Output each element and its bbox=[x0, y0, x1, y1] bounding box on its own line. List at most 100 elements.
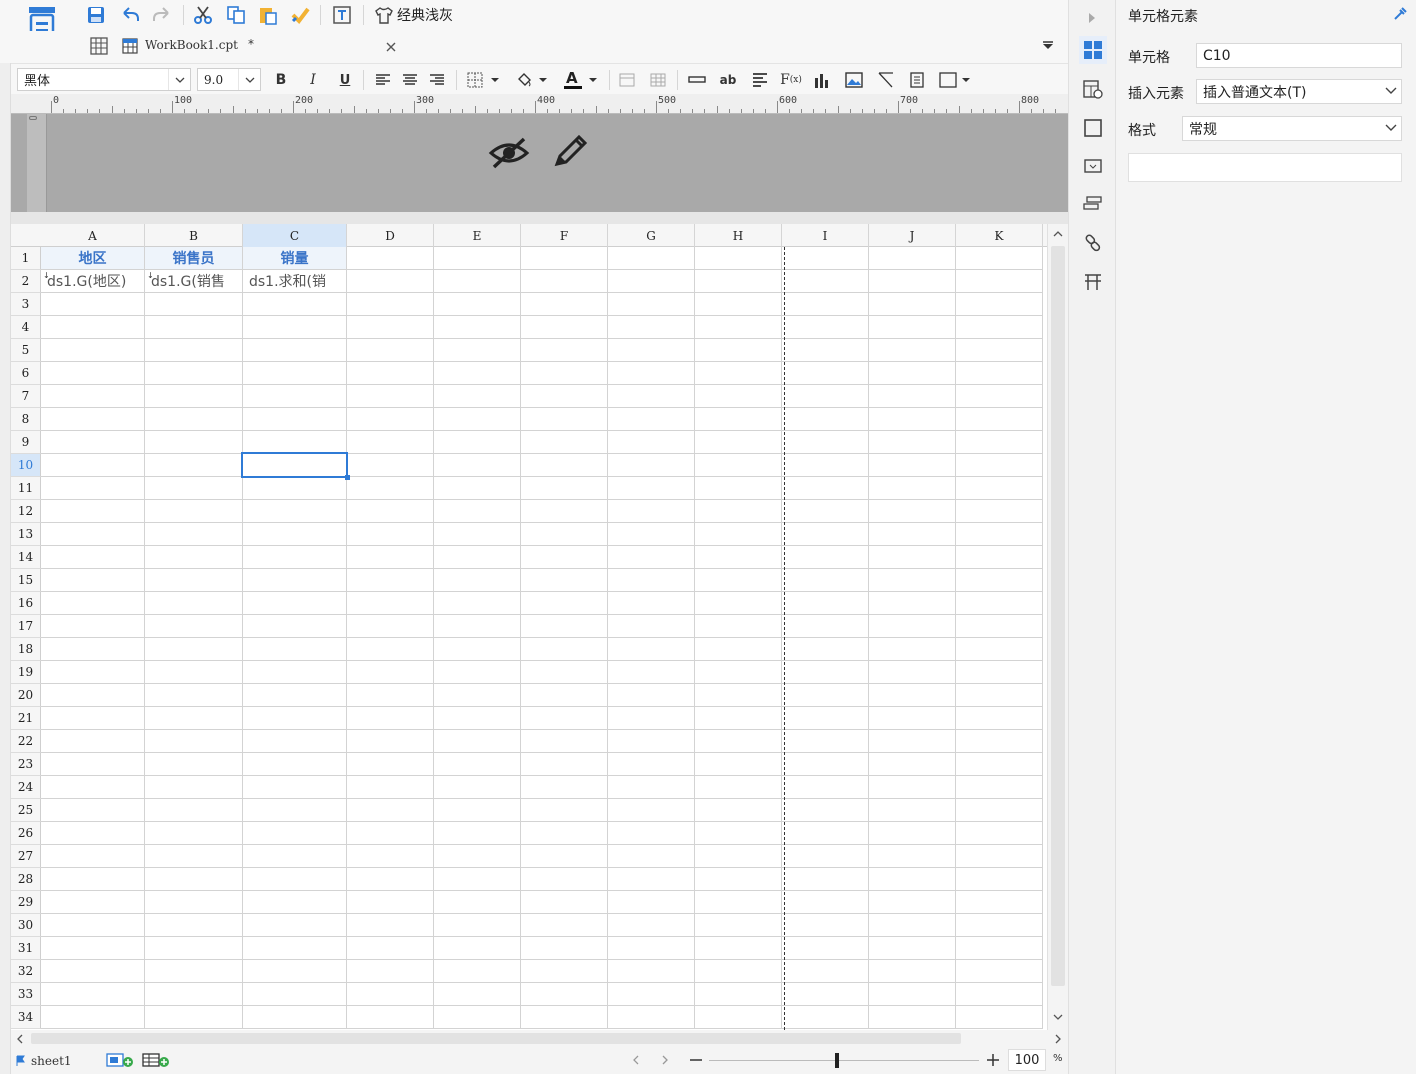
chevron-down-icon[interactable] bbox=[1385, 124, 1397, 132]
copy-icon[interactable] bbox=[224, 3, 248, 27]
sheet-prev-icon[interactable] bbox=[629, 1053, 643, 1067]
undo-icon[interactable] bbox=[118, 3, 142, 27]
close-tab-icon[interactable] bbox=[383, 39, 399, 55]
align-center-icon[interactable] bbox=[399, 69, 421, 91]
formula-icon[interactable]: F (x) bbox=[779, 69, 803, 91]
bold-icon[interactable]: B bbox=[270, 69, 292, 91]
row-header-10[interactable]: 10 bbox=[11, 454, 41, 477]
row-header-11[interactable]: 11 bbox=[11, 477, 41, 500]
column-header-d[interactable]: D bbox=[347, 224, 434, 247]
row-header-8[interactable]: 8 bbox=[11, 408, 41, 431]
row-header-19[interactable]: 19 bbox=[11, 661, 41, 684]
slash-header-icon[interactable] bbox=[875, 69, 897, 91]
column-header-f[interactable]: F bbox=[521, 224, 608, 247]
scroll-down-icon[interactable] bbox=[1051, 1010, 1065, 1024]
header-cell-b[interactable]: 销售员 bbox=[145, 247, 242, 269]
column-header-b[interactable]: B bbox=[145, 224, 243, 247]
horizontal-scroll-thumb[interactable] bbox=[31, 1033, 961, 1044]
preview-icon[interactable] bbox=[330, 3, 354, 27]
zoom-slider-track[interactable] bbox=[709, 1060, 979, 1061]
data-cell-a[interactable]: ds1.G(地区) bbox=[41, 270, 144, 292]
row-header-30[interactable]: 30 bbox=[11, 914, 41, 937]
vertical-scroll-thumb[interactable] bbox=[1051, 246, 1065, 986]
widget-icon[interactable] bbox=[1079, 152, 1107, 180]
row-header-28[interactable]: 28 bbox=[11, 868, 41, 891]
row-header-9[interactable]: 9 bbox=[11, 431, 41, 454]
row-header-3[interactable]: 3 bbox=[11, 293, 41, 316]
image-icon[interactable] bbox=[843, 69, 865, 91]
row-header-26[interactable]: 26 bbox=[11, 822, 41, 845]
format-painter-icon[interactable] bbox=[288, 3, 312, 27]
sheet-tab[interactable]: sheet1 bbox=[15, 1051, 95, 1071]
column-header-c[interactable]: C bbox=[243, 224, 347, 247]
format-select[interactable]: 常规 bbox=[1182, 116, 1402, 141]
zoom-slider-thumb[interactable] bbox=[835, 1053, 839, 1068]
scroll-up-icon[interactable] bbox=[1051, 227, 1065, 241]
row-header-17[interactable]: 17 bbox=[11, 615, 41, 638]
font-color-icon[interactable]: A bbox=[561, 68, 601, 92]
row-header-32[interactable]: 32 bbox=[11, 960, 41, 983]
expand-toolbar-icon[interactable] bbox=[1038, 37, 1058, 57]
column-header-h[interactable]: H bbox=[695, 224, 782, 247]
theme-label[interactable]: 经典浅灰 bbox=[397, 5, 453, 25]
edit-pencil-icon[interactable] bbox=[549, 130, 591, 172]
font-family-select[interactable]: 黑体 bbox=[17, 68, 191, 91]
redo-icon[interactable] bbox=[150, 3, 174, 27]
chevron-down-icon[interactable] bbox=[168, 69, 190, 90]
rich-text-icon[interactable] bbox=[749, 69, 771, 91]
more-insert-icon[interactable] bbox=[937, 69, 973, 91]
row-header-20[interactable]: 20 bbox=[11, 684, 41, 707]
paste-icon[interactable] bbox=[256, 3, 280, 27]
zoom-input[interactable]: 100 bbox=[1008, 1049, 1046, 1071]
add-sheet-icon[interactable] bbox=[105, 1050, 135, 1070]
align-left-icon[interactable] bbox=[372, 69, 394, 91]
row-header-33[interactable]: 33 bbox=[11, 983, 41, 1006]
row-header-1[interactable]: 1 bbox=[11, 247, 41, 270]
row-header-12[interactable]: 12 bbox=[11, 500, 41, 523]
row-header-29[interactable]: 29 bbox=[11, 891, 41, 914]
header-cell-a[interactable]: 地区 bbox=[41, 247, 144, 269]
column-header-k[interactable]: K bbox=[956, 224, 1043, 247]
row-header-15[interactable]: 15 bbox=[11, 569, 41, 592]
row-header-23[interactable]: 23 bbox=[11, 753, 41, 776]
zoom-out-icon[interactable] bbox=[688, 1051, 704, 1069]
data-cell-b[interactable]: ds1.G(销售 bbox=[145, 270, 242, 292]
chevron-down-icon[interactable] bbox=[238, 69, 260, 90]
column-header-a[interactable]: A bbox=[41, 224, 145, 247]
tab-workbook1[interactable]: WorkBook1.cpt * bbox=[117, 33, 407, 61]
row-header-34[interactable]: 34 bbox=[11, 1006, 41, 1029]
row-header-18[interactable]: 18 bbox=[11, 638, 41, 661]
column-header-g[interactable]: G bbox=[608, 224, 695, 247]
sub-report-icon[interactable] bbox=[906, 69, 928, 91]
column-header-e[interactable]: E bbox=[434, 224, 521, 247]
insert-row-icon[interactable] bbox=[686, 69, 708, 91]
row-header-14[interactable]: 14 bbox=[11, 546, 41, 569]
insert-element-select[interactable]: 插入普通文本(T) bbox=[1196, 79, 1402, 104]
border-icon[interactable] bbox=[465, 69, 503, 91]
fill-handle[interactable] bbox=[345, 475, 350, 480]
cut-icon[interactable] bbox=[191, 3, 215, 27]
row-header-22[interactable]: 22 bbox=[11, 730, 41, 753]
row-header-31[interactable]: 31 bbox=[11, 937, 41, 960]
data-cell-c[interactable]: ds1.求和(销 bbox=[243, 270, 346, 292]
row-header-2[interactable]: 2 bbox=[11, 270, 41, 293]
underline-icon[interactable]: U bbox=[334, 69, 356, 91]
parameter-panel-icon[interactable] bbox=[1079, 268, 1107, 296]
sheet-next-icon[interactable] bbox=[658, 1053, 672, 1067]
row-header-13[interactable]: 13 bbox=[11, 523, 41, 546]
hide-eye-icon[interactable] bbox=[486, 132, 532, 172]
text-ab-icon[interactable]: ab bbox=[717, 69, 739, 91]
spreadsheet-grid[interactable]: ABCDEFGHIJK 1 2 3 4 5 6 7 8 9 10 11 12 13 14 15 16 17 18 1… bbox=[11, 224, 1068, 1030]
theme-shirt-icon[interactable] bbox=[373, 3, 395, 27]
cell-style-icon[interactable] bbox=[1079, 114, 1107, 142]
column-header-i[interactable]: I bbox=[782, 224, 869, 247]
cell-address-field[interactable]: C10 bbox=[1196, 43, 1402, 68]
cell-element-icon[interactable] bbox=[1079, 36, 1107, 64]
row-header-16[interactable]: 16 bbox=[11, 592, 41, 615]
row-header-7[interactable]: 7 bbox=[11, 385, 41, 408]
row-header-6[interactable]: 6 bbox=[11, 362, 41, 385]
row-header-5[interactable]: 5 bbox=[11, 339, 41, 362]
vertical-scrollbar[interactable] bbox=[1047, 224, 1068, 1030]
condition-attribute-icon[interactable] bbox=[1079, 190, 1107, 218]
row-header-4[interactable]: 4 bbox=[11, 316, 41, 339]
